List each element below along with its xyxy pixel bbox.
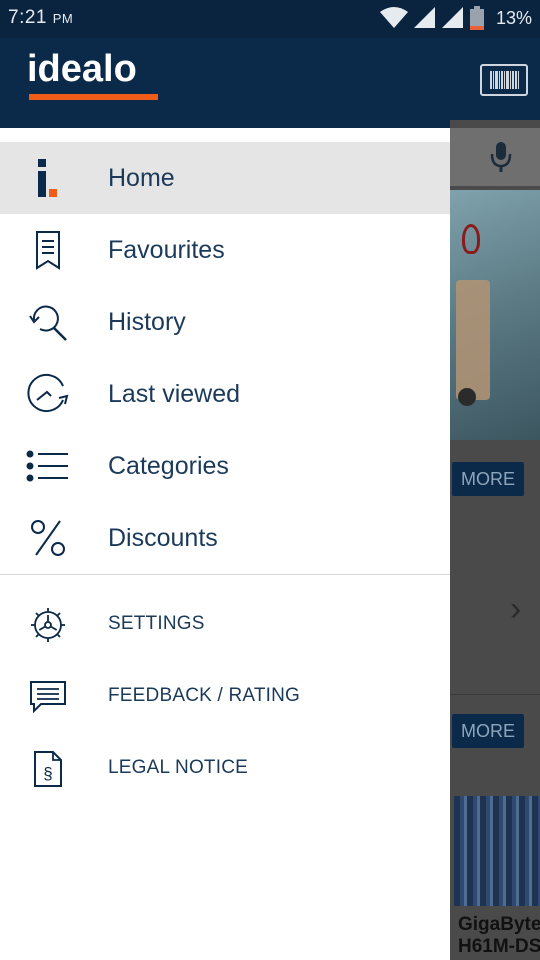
bookmark-icon	[24, 228, 72, 272]
nav-item-favourites[interactable]: Favourites	[0, 214, 450, 286]
nav-label-favourites: Favourites	[108, 235, 225, 264]
drawer-header: idealo	[0, 38, 450, 128]
bg-divider	[450, 694, 540, 695]
more-button[interactable]: MORE	[452, 714, 524, 748]
wifi-icon	[379, 7, 408, 28]
secondary-nav: SETTINGS FEEDBACK / RATING § LEGAL NOTIC…	[0, 588, 450, 804]
battery-icon	[469, 6, 484, 30]
nav-label-feedback: FEEDBACK / RATING	[108, 685, 301, 706]
nav-label-last-viewed: Last viewed	[108, 379, 241, 408]
svg-text:§: §	[43, 764, 52, 783]
signal-icon	[441, 7, 463, 28]
status-icons: 13%	[379, 6, 532, 30]
nav-label-home: Home	[108, 163, 175, 192]
logo-underline	[29, 94, 158, 100]
navigation-drawer: idealo Home Favourites History Last view…	[0, 38, 450, 960]
nav-label-legal-notice: LEGAL NOTICE	[108, 757, 249, 778]
clock-ampm: PM	[52, 11, 74, 26]
signal-icon	[413, 7, 435, 28]
nav-item-legal-notice[interactable]: § LEGAL NOTICE	[0, 732, 450, 804]
nav-label-history: History	[108, 307, 186, 336]
drawer-divider	[0, 574, 450, 575]
status-bar: 7:21 PM 13%	[0, 0, 540, 38]
nav-item-discounts[interactable]: Discounts	[0, 502, 450, 574]
barcode-scanner-icon[interactable]	[480, 64, 528, 96]
product-image[interactable]	[454, 796, 540, 906]
nav-item-categories[interactable]: Categories	[0, 430, 450, 502]
main-nav: Home Favourites History Last viewed Cate…	[0, 142, 450, 574]
bg-promo-image[interactable]	[450, 190, 540, 440]
status-time: 7:21 PM	[8, 7, 73, 29]
nav-label-categories: Categories	[108, 451, 229, 480]
nav-item-home[interactable]: Home	[0, 142, 450, 214]
more-button[interactable]: MORE	[452, 462, 524, 496]
idealo-i-icon	[24, 156, 72, 200]
chevron-right-icon[interactable]: ›	[510, 592, 528, 626]
nav-item-feedback[interactable]: FEEDBACK / RATING	[0, 660, 450, 732]
clock-time: 7:21	[8, 7, 47, 28]
chat-icon	[28, 678, 68, 716]
list-icon	[24, 444, 72, 488]
battery-percentage: 13%	[495, 7, 532, 28]
search-history-icon	[24, 300, 72, 344]
microphone-icon[interactable]	[490, 140, 512, 174]
idealo-logo[interactable]: idealo	[27, 48, 137, 91]
nav-label-settings: SETTINGS	[108, 613, 205, 634]
legal-document-icon: §	[28, 750, 68, 788]
gear-icon	[28, 606, 68, 644]
nav-item-history[interactable]: History	[0, 286, 450, 358]
clock-refresh-icon	[24, 372, 72, 416]
nav-item-settings[interactable]: SETTINGS	[0, 588, 450, 660]
nav-item-last-viewed[interactable]: Last viewed	[0, 358, 450, 430]
nav-label-discounts: Discounts	[108, 523, 218, 552]
percent-icon	[24, 516, 72, 560]
product-title[interactable]: GigaByte H61M-DS	[458, 914, 540, 958]
